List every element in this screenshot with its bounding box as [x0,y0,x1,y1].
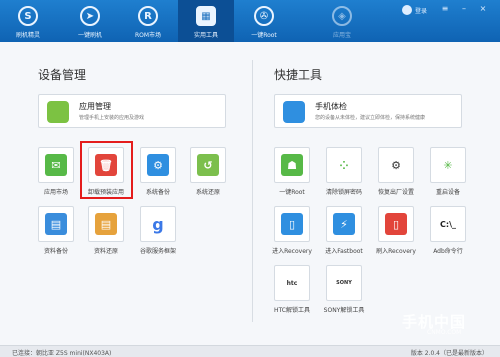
store-icon: ✉ [45,154,67,176]
tool-clear-lock-label: 清除锁屏密码 [325,189,362,196]
app-manager-card[interactable]: 应用管理 管理手机上安装的应用及游戏 [38,94,226,128]
spinner-icon: ✳ [437,154,459,176]
sony-icon: SONY [333,272,355,294]
shield-icon: S [18,6,38,26]
lightning-icon: ⚡ [333,213,355,235]
tool-sony-unlock[interactable]: SONY [326,265,362,301]
nav-item-flash-wizard[interactable]: S 刷机精灵 [0,0,56,42]
puzzle-icon [47,101,69,123]
connection-status: 已连接：朝比亚 Z5S mini(NX403A) [12,350,112,357]
google-icon: g [147,213,169,235]
tool-adb-label: Adb命令行 [433,248,463,255]
tool-reboot-device[interactable]: ✳ [430,147,466,183]
quick-tools-title: 快捷工具 [274,68,323,82]
document-icon: ▤ [45,213,67,235]
tool-system-restore[interactable]: ↺ [190,147,226,183]
terminal-icon: C:\_ [437,213,459,235]
version-info: 版本 2.0.4（已是最新版本） [410,350,488,357]
nav-item-one-click-flash[interactable]: ➤ 一键刷机 [62,0,118,42]
tool-data-backup[interactable]: ▤ [38,206,74,242]
tool-one-click-root-label: 一键Root [279,189,305,196]
tool-enter-fastboot[interactable]: ⚡ [326,206,362,242]
tool-factory-reset-label: 恢复出厂设置 [377,189,414,196]
minimize-icon[interactable]: – [459,4,469,14]
r-icon: R [138,6,158,26]
tool-flash-recovery[interactable]: ▯ [378,206,414,242]
selection-highlight [80,141,133,199]
nav-item-root[interactable]: ✇ 一键Root [236,0,292,42]
tool-factory-reset[interactable]: ⚙ [378,147,414,183]
tool-one-click-root[interactable]: ☗ [274,147,310,183]
cursor-icon: ➤ [80,6,100,26]
nav-item-tools[interactable]: ▦ 实用工具 [178,0,234,42]
device-management-title: 设备管理 [38,68,87,82]
tool-app-market[interactable]: ✉ [38,147,74,183]
tool-data-restore-label: 资料还原 [93,248,118,255]
phone-recovery-icon: ▯ [281,213,303,235]
tool-adb-command-line[interactable]: C:\_ [430,206,466,242]
gear-backup-icon: ⚙ [147,154,169,176]
tool-clear-lock-password[interactable]: ⁘ [326,147,362,183]
tool-google-services[interactable]: g [140,206,176,242]
nav-item-rom-market[interactable]: R ROM市场 [120,0,176,42]
section-divider [252,60,253,322]
grid-icon: ▦ [196,6,216,26]
tool-reboot-label: 重启设备 [435,189,460,196]
phone-flash-icon: ▯ [385,213,407,235]
top-toolbar: S 刷机精灵 ➤ 一键刷机 R ROM市场 ▦ 实用工具 ✇ 一键Root ◈ … [0,0,500,42]
phone-check-card[interactable]: 手机体检 您的设备从未体检，建议立即体检，保持系统健康 [274,94,462,128]
tool-enter-fastboot-label: 进入Fastboot [325,248,363,255]
gears-icon: ⚙ [385,154,407,176]
watermark-subtext: CNMO.COM [427,329,462,336]
tool-google-services-label: 谷歌服务框架 [139,248,176,255]
notification-icon[interactable] [402,5,412,15]
tool-system-backup[interactable]: ⚙ [140,147,176,183]
tool-htc-unlock[interactable]: htc [274,265,310,301]
restore-icon: ↺ [197,154,219,176]
document-restore-icon: ▤ [95,213,117,235]
nav-item-app-store[interactable]: ◈ 应用宝 [314,0,370,42]
tool-system-restore-label: 系统还原 [195,189,220,196]
menu-icon[interactable]: ≡ [440,4,450,14]
tool-flash-recovery-label: 刷入Recovery [376,248,416,255]
htc-icon: htc [281,272,303,294]
pattern-lock-icon: ⁘ [333,154,355,176]
app-store-icon: ◈ [332,6,352,26]
tool-data-restore[interactable]: ▤ [88,206,124,242]
tool-htc-unlock-label: HTC解锁工具 [273,307,310,314]
status-bar: 已连接：朝比亚 Z5S mini(NX403A) 版本 2.0.4（已是最新版本… [0,345,500,357]
close-icon[interactable]: × [478,4,488,14]
root-icon: ✇ [254,6,274,26]
shield-check-icon [283,101,305,123]
tool-sony-unlock-label: SONY解锁工具 [323,307,365,314]
tool-enter-recovery[interactable]: ▯ [274,206,310,242]
login-link[interactable]: 登录 [415,6,427,15]
android-icon: ☗ [281,154,303,176]
tool-enter-recovery-label: 进入Recovery [272,248,312,255]
